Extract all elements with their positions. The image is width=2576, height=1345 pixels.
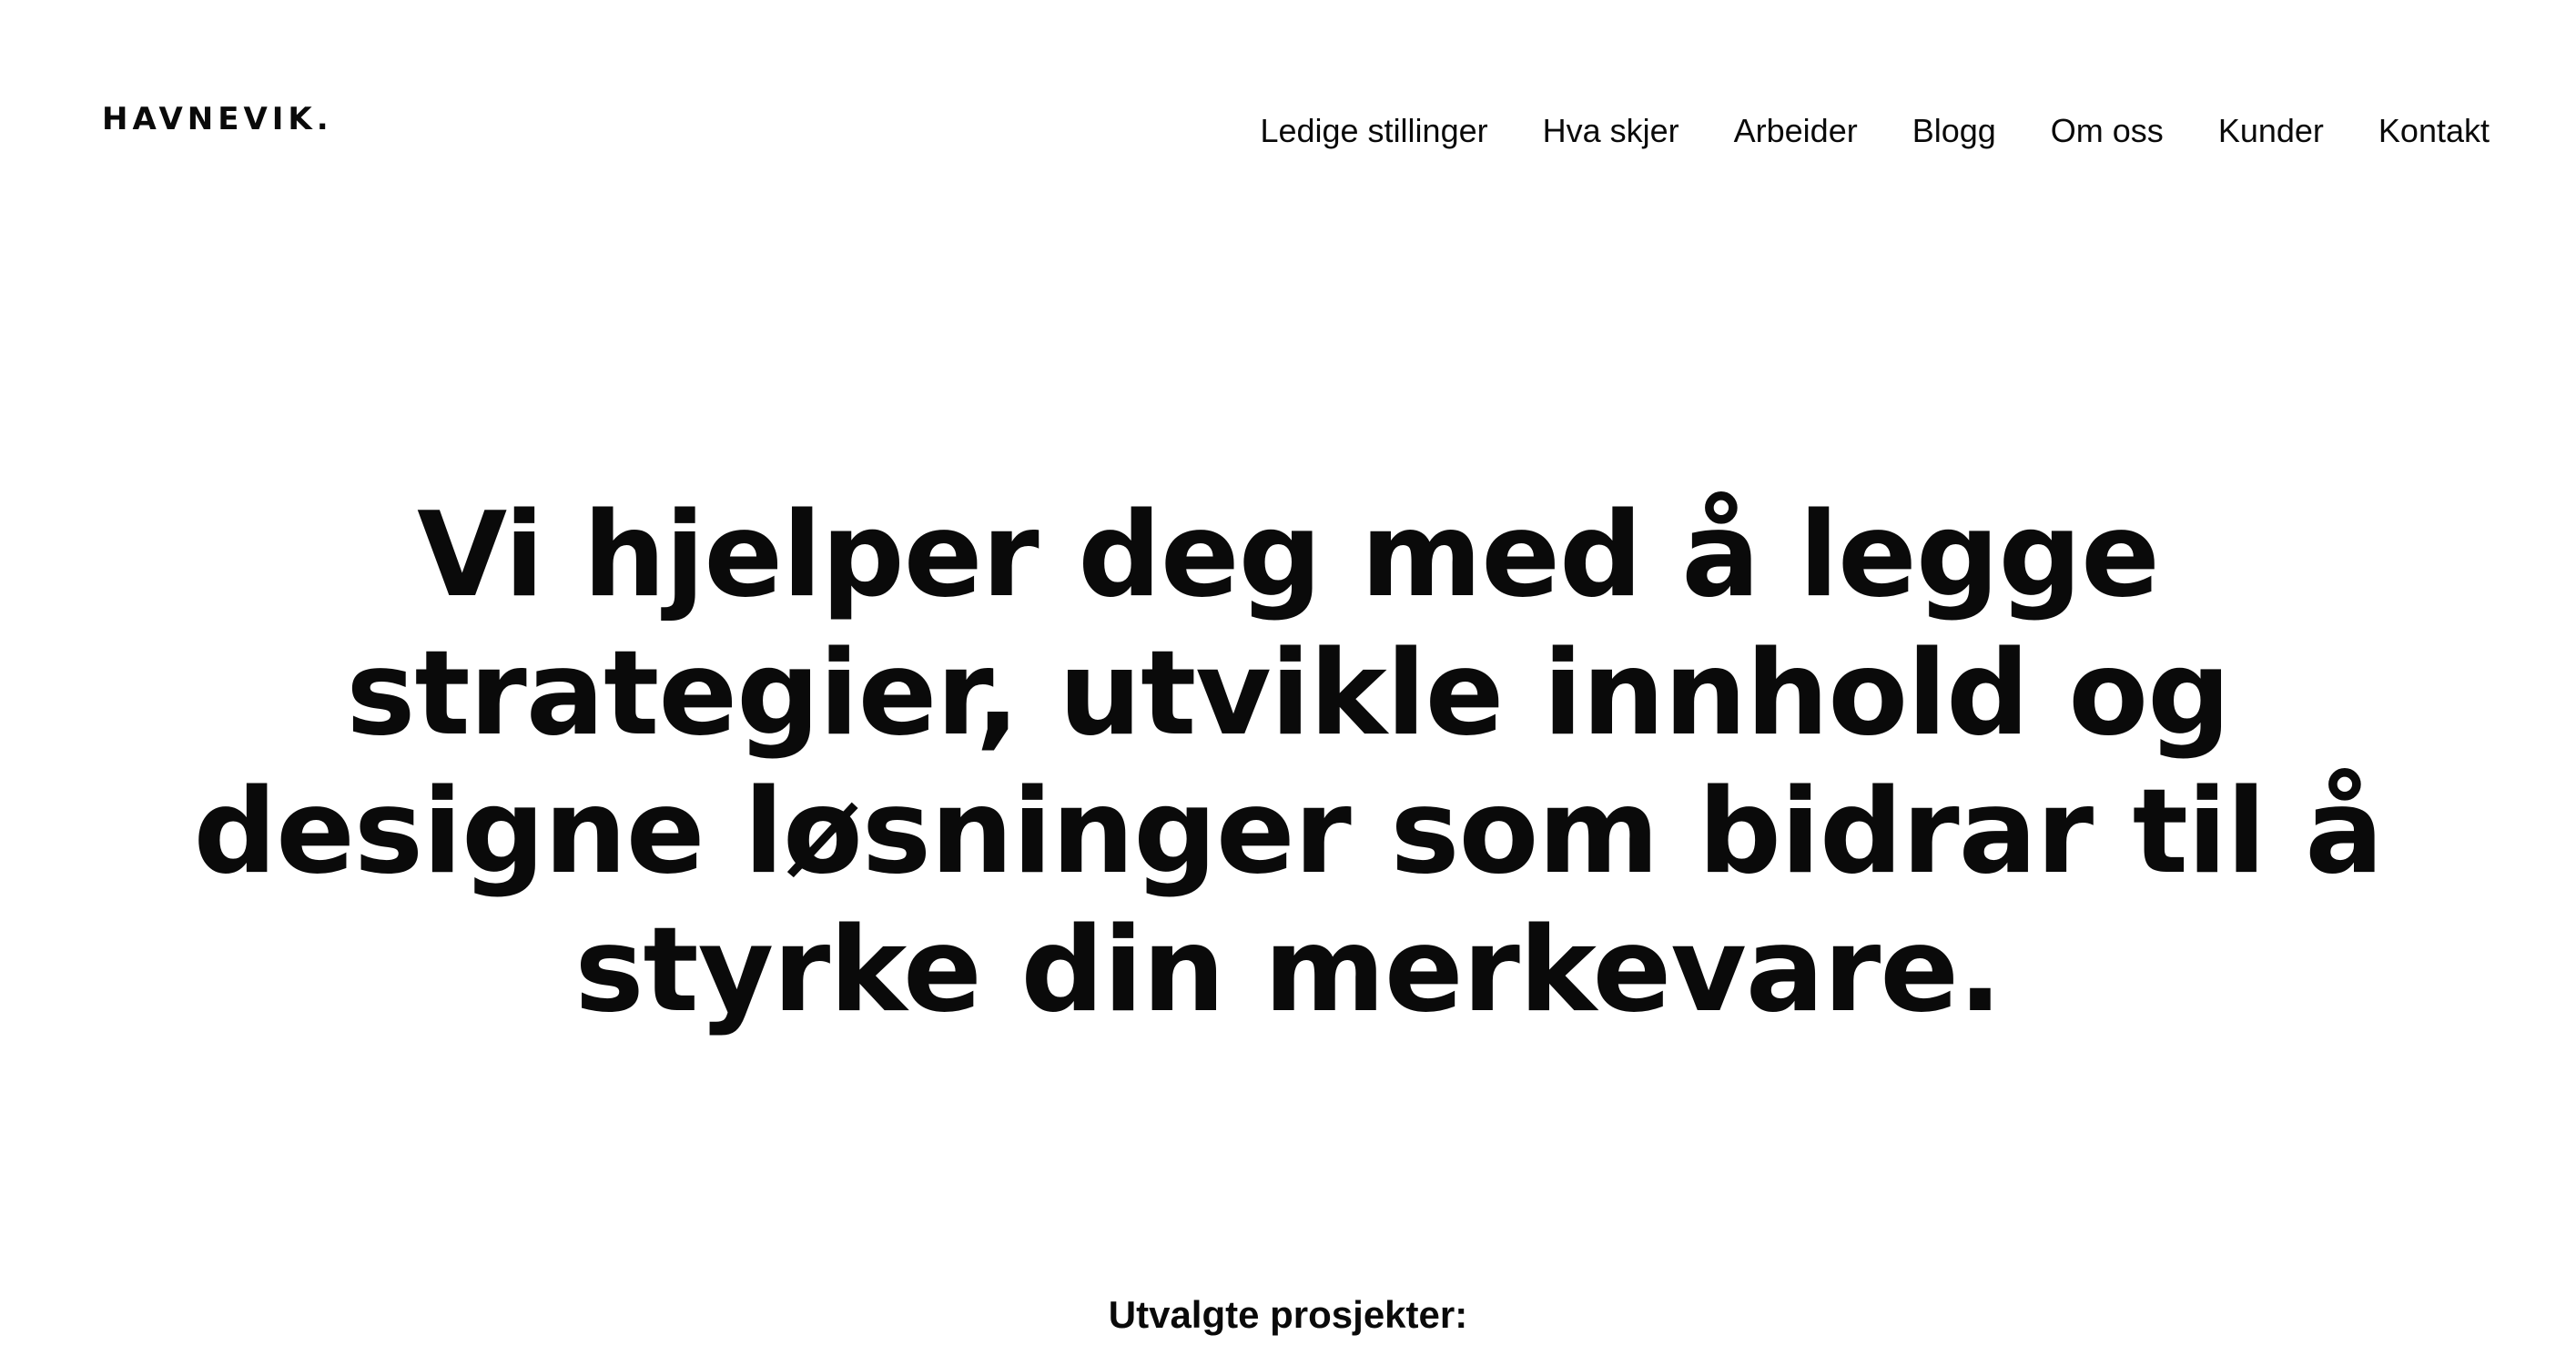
nav-item-arbeider[interactable]: Arbeider: [1734, 111, 1858, 150]
main-nav: Ledige stillinger Hva skjer Arbeider Blo…: [1260, 111, 2490, 150]
site-logo[interactable]: HAVNEVIK.: [102, 104, 333, 135]
nav-item-hva-skjer[interactable]: Hva skjer: [1543, 111, 1679, 150]
site-header: HAVNEVIK. Ledige stillinger Hva skjer Ar…: [0, 0, 2576, 182]
nav-item-om-oss[interactable]: Om oss: [2051, 111, 2164, 150]
hero-section: Vi hjelper deg med å legge strategier, u…: [0, 487, 2576, 1040]
nav-item-ledige-stillinger[interactable]: Ledige stillinger: [1260, 111, 1487, 150]
hero-title: Vi hjelper deg med å legge strategier, u…: [193, 488, 2383, 1038]
featured-projects-heading: Utvalgte prosjekter:: [1108, 1293, 1468, 1336]
nav-item-blogg[interactable]: Blogg: [1912, 111, 1996, 150]
nav-item-kontakt[interactable]: Kontakt: [2378, 111, 2490, 150]
nav-item-kunder[interactable]: Kunder: [2218, 111, 2324, 150]
